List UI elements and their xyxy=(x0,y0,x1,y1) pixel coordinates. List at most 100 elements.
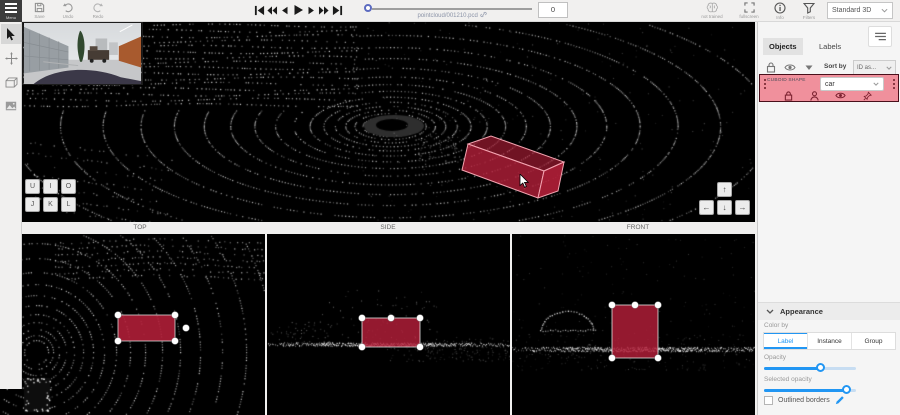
nav-right-button[interactable]: → xyxy=(735,200,750,215)
outlined-borders-row: Outlined borders xyxy=(764,395,845,405)
filter-icon xyxy=(803,2,815,14)
object-class-select[interactable]: car xyxy=(820,77,884,91)
tab-objects[interactable]: Objects xyxy=(763,38,803,55)
expand-chevron-icon[interactable] xyxy=(805,65,813,71)
chevron-down-icon xyxy=(873,82,879,86)
info-button[interactable]: Info xyxy=(767,2,793,21)
opacity-slider-handle[interactable] xyxy=(816,363,825,372)
object-shape-label: CUBOID SHAPE xyxy=(767,78,806,83)
hotkey-k[interactable]: K xyxy=(43,197,58,212)
save-button[interactable]: Save xyxy=(34,2,45,19)
hotkey-row-1: U I O xyxy=(25,179,76,194)
move-icon xyxy=(5,52,18,65)
hotkey-u[interactable]: U xyxy=(25,179,40,194)
menu-button[interactable]: Menu xyxy=(0,0,22,22)
top-ortho-view[interactable] xyxy=(0,234,265,415)
lock-icon[interactable] xyxy=(784,91,793,101)
selected-opacity-slider[interactable] xyxy=(764,385,856,395)
tab-labels[interactable]: Labels xyxy=(813,38,847,55)
menu-label: Menu xyxy=(6,15,16,20)
skip-end-button[interactable] xyxy=(331,3,343,17)
collapse-chevron-icon xyxy=(766,309,774,314)
tool-sidebar xyxy=(0,22,22,389)
hotkey-i[interactable]: I xyxy=(43,179,58,194)
filters-button[interactable]: Filters xyxy=(795,2,823,21)
cuboid-tool-button[interactable] xyxy=(1,72,21,92)
object-action-icons xyxy=(760,91,896,101)
object-row-car[interactable]: CUBOID SHAPE car xyxy=(759,74,899,102)
nav-down-button[interactable]: ↓ xyxy=(717,200,732,215)
person-icon[interactable] xyxy=(810,91,819,101)
cuboid-annotation-top[interactable] xyxy=(0,234,265,415)
link-icon[interactable] xyxy=(480,11,487,18)
front-ortho-view[interactable] xyxy=(512,234,755,415)
fullscreen-button[interactable]: fullscreen xyxy=(733,2,765,21)
nav-up-button[interactable]: ↑ xyxy=(717,182,732,197)
fast-rewind-button[interactable] xyxy=(266,3,278,17)
opacity-label: Opacity xyxy=(764,354,786,361)
chevron-down-icon xyxy=(886,66,892,70)
selected-opacity-slider-handle[interactable] xyxy=(842,385,851,394)
timeline-slider-handle[interactable] xyxy=(364,4,372,12)
hamburger-icon xyxy=(5,3,17,5)
redo-icon xyxy=(92,2,104,13)
not-trained-indicator: not trained xyxy=(694,2,730,21)
skip-start-button[interactable] xyxy=(253,3,265,17)
outlined-borders-checkbox[interactable] xyxy=(764,396,773,405)
side-ortho-view[interactable] xyxy=(267,234,510,415)
hotkey-row-2: J K L xyxy=(25,197,76,212)
cursor-icon xyxy=(6,28,17,41)
undo-icon xyxy=(62,2,74,13)
timeline-slider-track[interactable] xyxy=(372,8,532,10)
undo-button[interactable]: Undo xyxy=(62,2,74,19)
outlined-borders-label: Outlined borders xyxy=(778,397,830,404)
color-mode-group-button[interactable]: Group xyxy=(852,333,895,349)
camera-image-thumbnail[interactable] xyxy=(22,22,143,85)
color-by-label: Color by xyxy=(764,322,788,329)
appearance-header[interactable]: Appearance xyxy=(758,303,900,320)
rotate-handle xyxy=(388,315,395,322)
top-toolbar: Menu Save Undo Redo xyxy=(0,0,900,22)
cuboid-annotation-side[interactable] xyxy=(267,234,510,415)
nav-left-button[interactable]: ← xyxy=(699,200,714,215)
frame-number-input[interactable]: 0 xyxy=(538,2,568,18)
side-view-label: SIDE xyxy=(380,224,395,231)
image-tool-button[interactable] xyxy=(1,96,21,116)
mode-select[interactable]: Standard 3D xyxy=(827,2,893,19)
edit-pencil-icon[interactable] xyxy=(835,395,845,405)
view-label-strip: TOP SIDE FRONT xyxy=(22,222,755,234)
prev-frame-button[interactable] xyxy=(279,3,291,17)
main-3d-view[interactable]: U I O J K L ↑ ← ↓ → xyxy=(22,22,755,222)
hotkey-l[interactable]: L xyxy=(61,197,76,212)
drag-handle-icon[interactable] xyxy=(763,79,766,89)
play-button[interactable] xyxy=(292,3,304,17)
image-icon xyxy=(5,101,17,111)
color-mode-instance-button[interactable]: Instance xyxy=(808,333,852,349)
hotkey-o[interactable]: O xyxy=(61,179,76,194)
select-tool-button[interactable] xyxy=(1,24,21,44)
selected-opacity-label: Selected opacity xyxy=(764,376,812,383)
lock-all-icon[interactable] xyxy=(766,62,776,73)
object-menu-icon[interactable] xyxy=(892,79,895,89)
cuboid-icon xyxy=(5,77,18,88)
next-frame-button[interactable] xyxy=(305,3,317,17)
redo-button[interactable]: Redo xyxy=(92,2,104,19)
playback-controls xyxy=(253,3,343,17)
cuboid-annotation-front[interactable] xyxy=(512,234,755,415)
front-view-label: FRONT xyxy=(627,224,649,231)
info-icon xyxy=(774,2,786,14)
visibility-all-icon[interactable] xyxy=(784,63,796,72)
sort-by-label: Sort by xyxy=(824,63,846,70)
opacity-slider[interactable] xyxy=(764,363,856,373)
pin-icon[interactable] xyxy=(863,91,872,101)
truck xyxy=(88,50,109,60)
panel-layout-button[interactable] xyxy=(868,26,892,47)
move-tool-button[interactable] xyxy=(1,48,21,68)
mouse-cursor xyxy=(519,174,531,189)
color-mode-label-button[interactable]: Label xyxy=(764,333,808,349)
fast-forward-button[interactable] xyxy=(318,3,330,17)
list-icon xyxy=(875,32,886,41)
hotkey-j[interactable]: J xyxy=(25,197,40,212)
visibility-icon[interactable] xyxy=(835,91,846,100)
sort-select[interactable]: ID as... xyxy=(853,60,896,75)
